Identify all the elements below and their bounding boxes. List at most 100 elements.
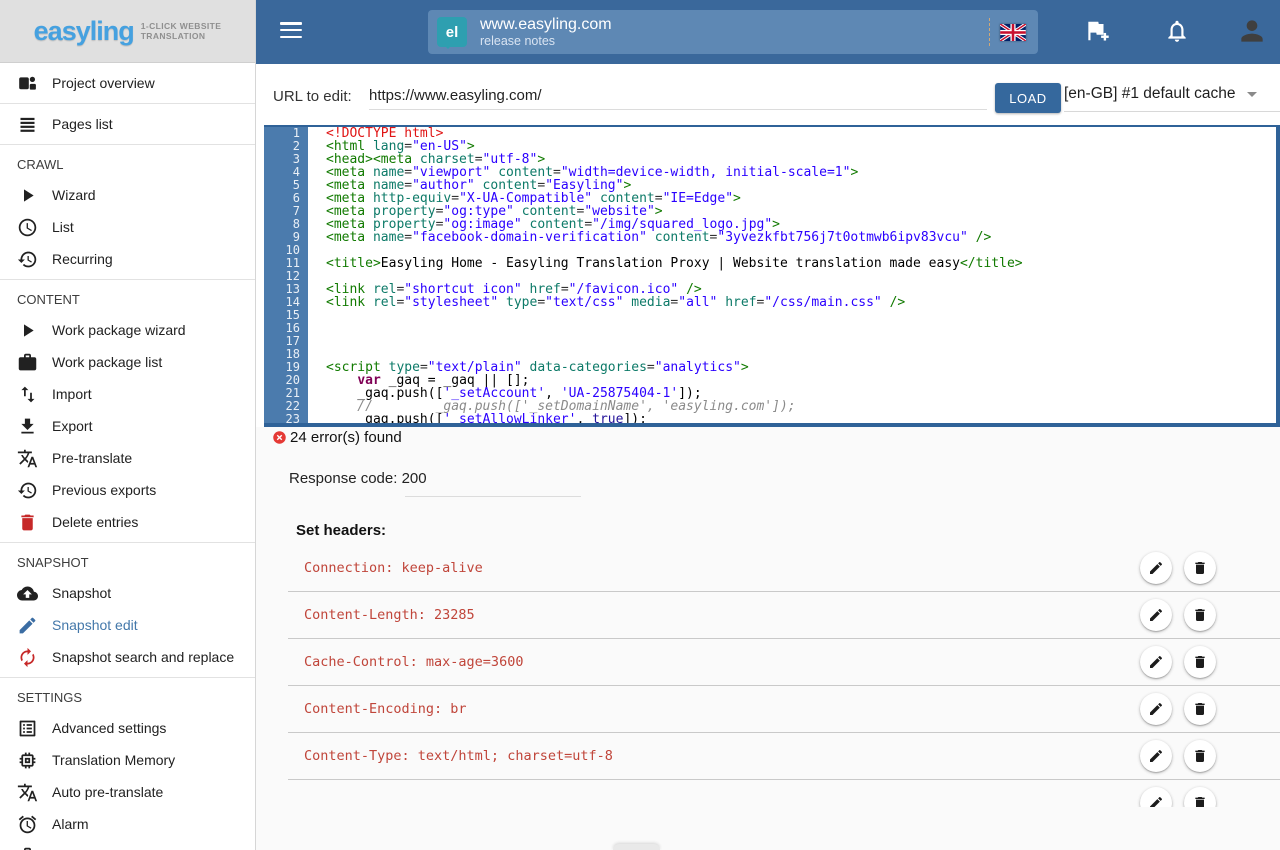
edit-icon <box>1148 654 1164 670</box>
edit-icon <box>1148 795 1164 807</box>
menu-icon[interactable] <box>280 22 302 40</box>
cloud-upload-icon <box>17 582 39 604</box>
sidebar-item-recurring[interactable]: Recurring <box>0 243 255 275</box>
sidebar-item-label: List <box>52 219 74 235</box>
sidebar-section: CONTENTWork package wizard Work package l… <box>0 280 255 543</box>
download-icon <box>17 415 39 437</box>
delete-icon <box>1192 701 1208 717</box>
brand-wordmark: easyling <box>34 16 134 47</box>
edit-header-button[interactable] <box>1140 693 1172 725</box>
sidebar-item-wizard[interactable]: Wizard <box>0 179 255 211</box>
trash-icon <box>17 511 39 533</box>
sidebar-item-translation-memory[interactable]: Translation Memory <box>0 744 255 776</box>
project-domain: www.easyling.com <box>480 15 612 34</box>
header-row: Connection: keep-alive <box>288 545 1280 592</box>
edit-icon <box>1148 607 1164 623</box>
code-line: _gaq.push(['_setAllowLinker', true]); <box>326 413 1276 426</box>
alarm-icon <box>17 813 39 835</box>
edit-icon <box>1148 701 1164 717</box>
results-panel: 24 error(s) found Response code: 200 Set… <box>256 427 1280 850</box>
header-row: Content-Length: 23285 <box>288 592 1280 639</box>
sidebar-item-label: Snapshot <box>52 585 111 601</box>
sidebar-section-title: CONTENT <box>0 284 255 314</box>
briefcase-icon <box>17 845 39 850</box>
line-number: 4 <box>264 166 308 179</box>
header-list: Connection: keep-alive Content-Length: 23… <box>288 545 1280 807</box>
chevron-down-icon <box>1247 92 1257 102</box>
sidebar-item-auto-pre-translate[interactable]: Auto pre-translate <box>0 776 255 808</box>
sidebar-item-item[interactable] <box>0 840 255 850</box>
sidebar-item-pre-translate[interactable]: Pre-translate <box>0 442 255 474</box>
header-value: Content-Length: 23285 <box>304 607 475 623</box>
add-header-button-peek[interactable] <box>613 844 660 850</box>
load-button[interactable]: LOAD <box>995 83 1061 113</box>
sidebar-item-snapshot[interactable]: Snapshot <box>0 577 255 609</box>
sidebar-item-label: Auto pre-translate <box>52 784 163 800</box>
sidebar-item-label: Delete entries <box>52 514 138 530</box>
sidebar-item-label: Export <box>52 418 92 434</box>
sidebar-item-alarm[interactable]: Alarm <box>0 808 255 840</box>
sidebar-item-label: Import <box>52 386 92 402</box>
project-selector[interactable]: el www.easyling.com release notes <box>428 10 1038 54</box>
editor-code: <!DOCTYPE html><html lang="en-US"><head>… <box>308 127 1276 423</box>
sidebar-item-work-package-wizard[interactable]: Work package wizard <box>0 314 255 346</box>
delete-header-button[interactable] <box>1184 599 1216 631</box>
sidebar-item-import[interactable]: Import <box>0 378 255 410</box>
editor-gutter: 1234567891011121314151617181920212223 <box>264 127 308 423</box>
sidebar-item-delete-entries[interactable]: Delete entries <box>0 506 255 538</box>
sidebar-item-previous-exports[interactable]: Previous exports <box>0 474 255 506</box>
sidebar-item-project-overview[interactable]: Project overview <box>0 67 255 99</box>
translate-icon <box>17 447 39 469</box>
response-code-value[interactable]: 200 <box>402 470 427 487</box>
sidebar-item-advanced-settings[interactable]: Advanced settings <box>0 712 255 744</box>
add-project-flag-icon[interactable] <box>1084 18 1112 46</box>
edit-header-button[interactable] <box>1140 646 1172 678</box>
edit-header-button[interactable] <box>1140 599 1172 631</box>
uk-flag-icon[interactable] <box>1000 24 1026 41</box>
sidebar-item-export[interactable]: Export <box>0 410 255 442</box>
sidebar: easyling 1-CLICK WEBSITE TRANSLATION Pro… <box>0 0 256 850</box>
sidebar-item-work-package-list[interactable]: Work package list <box>0 346 255 378</box>
code-line <box>326 322 1276 335</box>
delete-header-button[interactable] <box>1184 646 1216 678</box>
sidebar-item-snapshot-search-and-replace[interactable]: Snapshot search and replace <box>0 641 255 673</box>
code-editor[interactable]: 1234567891011121314151617181920212223 <!… <box>264 125 1280 427</box>
delete-header-button[interactable] <box>1184 787 1216 807</box>
sidebar-item-label: Work package list <box>52 354 162 370</box>
delete-header-button[interactable] <box>1184 693 1216 725</box>
edit-header-button[interactable] <box>1140 552 1172 584</box>
history-icon <box>17 479 39 501</box>
edit-icon <box>1148 748 1164 764</box>
set-headers-title: Set headers: <box>296 522 386 539</box>
sidebar-item-list[interactable]: List <box>0 211 255 243</box>
import-export-icon <box>17 383 39 405</box>
edit-header-button[interactable] <box>1140 787 1172 807</box>
header-value: Content-Encoding: br <box>304 701 467 717</box>
notifications-icon[interactable] <box>1164 18 1192 46</box>
app-logo[interactable]: easyling 1-CLICK WEBSITE TRANSLATION <box>0 0 255 63</box>
sidebar-section-title: SETTINGS <box>0 682 255 712</box>
sidebar-item-label: Previous exports <box>52 482 156 498</box>
line-number: 3 <box>264 153 308 166</box>
sidebar-item-label: Translation Memory <box>52 752 175 768</box>
sidebar-item-label: Alarm <box>52 816 89 832</box>
sidebar-item-pages-list[interactable]: Pages list <box>0 108 255 140</box>
header-value: Content-Type: text/html; charset=utf-8 <box>304 748 613 764</box>
error-count-text: 24 error(s) found <box>290 429 402 446</box>
code-line: <title>Easyling Home - Easyling Translat… <box>326 257 1276 270</box>
response-code-label: Response code: <box>289 470 402 487</box>
sidebar-nav: Project overviewPages listCRAWLWizardLis… <box>0 63 255 850</box>
sidebar-section: Project overview <box>0 63 255 104</box>
sidebar-item-snapshot-edit[interactable]: Snapshot edit <box>0 609 255 641</box>
url-toolbar: URL to edit: LOAD [en-GB] #1 default cac… <box>256 64 1280 126</box>
delete-header-button[interactable] <box>1184 740 1216 772</box>
header-row <box>288 780 1280 807</box>
account-icon[interactable] <box>1236 15 1264 43</box>
autorenew-icon <box>17 646 39 668</box>
url-input[interactable] <box>369 82 987 110</box>
delete-header-button[interactable] <box>1184 552 1216 584</box>
line-number: 5 <box>264 179 308 192</box>
code-line: <link rel="stylesheet" type="text/css" m… <box>326 296 1276 309</box>
edit-header-button[interactable] <box>1140 740 1172 772</box>
clock-icon <box>17 216 39 238</box>
